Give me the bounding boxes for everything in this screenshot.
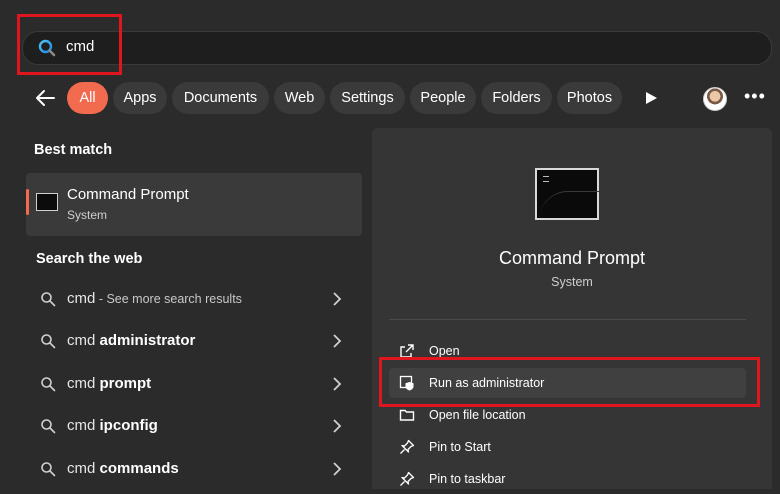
search-icon	[41, 334, 56, 349]
web-result-text: cmd commands	[67, 460, 179, 477]
action-label: Open file location	[429, 408, 526, 422]
best-match-subtitle: System	[67, 208, 108, 222]
action-label: Open	[429, 344, 460, 358]
divider	[389, 319, 746, 320]
tab-people[interactable]: People	[410, 82, 476, 114]
command-prompt-large-icon	[535, 168, 599, 220]
play-more-filters-icon[interactable]	[644, 91, 658, 105]
web-result-text: cmd - See more search results	[67, 290, 242, 307]
tab-all[interactable]: All	[67, 82, 108, 114]
search-icon	[41, 377, 56, 392]
more-options-icon[interactable]: •••	[744, 86, 766, 107]
tab-apps[interactable]: Apps	[113, 82, 167, 114]
command-prompt-icon	[36, 193, 58, 211]
chevron-right-icon	[333, 377, 342, 391]
web-result-row[interactable]: cmd administrator	[26, 322, 362, 362]
search-box[interactable]	[22, 31, 772, 65]
search-icon	[41, 419, 56, 434]
search-icon	[41, 292, 56, 307]
best-match-title: Command Prompt	[67, 186, 189, 203]
chevron-right-icon	[333, 419, 342, 433]
back-arrow-icon[interactable]	[34, 88, 56, 108]
tab-documents[interactable]: Documents	[172, 82, 269, 114]
web-result-row[interactable]: cmd ipconfig	[26, 407, 362, 447]
search-icon	[41, 462, 56, 477]
chevron-right-icon	[333, 334, 342, 348]
web-result-row[interactable]: cmd - See more search results	[26, 280, 362, 320]
user-avatar[interactable]	[703, 87, 727, 111]
chevron-right-icon	[333, 292, 342, 306]
best-match-heading: Best match	[34, 142, 113, 158]
web-result-text: cmd prompt	[67, 375, 152, 392]
pin-icon	[400, 471, 415, 486]
tab-web[interactable]: Web	[274, 82, 325, 114]
web-result-text: cmd ipconfig	[67, 417, 158, 434]
search-callout-highlight	[17, 14, 122, 75]
action-pin-to-start[interactable]: Pin to Start	[389, 432, 746, 462]
run-as-admin-callout-highlight	[379, 357, 760, 407]
action-label: Pin to Start	[429, 440, 491, 454]
web-result-row[interactable]: cmd commands	[26, 450, 362, 490]
action-label: Pin to taskbar	[429, 472, 506, 486]
selection-indicator	[26, 189, 29, 215]
best-match-item[interactable]	[26, 173, 362, 236]
tab-photos[interactable]: Photos	[557, 82, 622, 114]
preview-title: Command Prompt	[498, 248, 646, 268]
tab-settings[interactable]: Settings	[330, 82, 405, 114]
pin-icon	[400, 439, 415, 454]
web-result-row[interactable]: cmd prompt	[26, 365, 362, 405]
preview-subtitle: System	[551, 275, 593, 289]
folder-icon	[399, 409, 415, 421]
action-pin-to-taskbar[interactable]: Pin to taskbar	[389, 464, 746, 494]
search-web-heading: Search the web	[36, 251, 143, 267]
web-result-text: cmd administrator	[67, 332, 196, 349]
tab-folders[interactable]: Folders	[481, 82, 552, 114]
chevron-right-icon	[333, 462, 342, 476]
